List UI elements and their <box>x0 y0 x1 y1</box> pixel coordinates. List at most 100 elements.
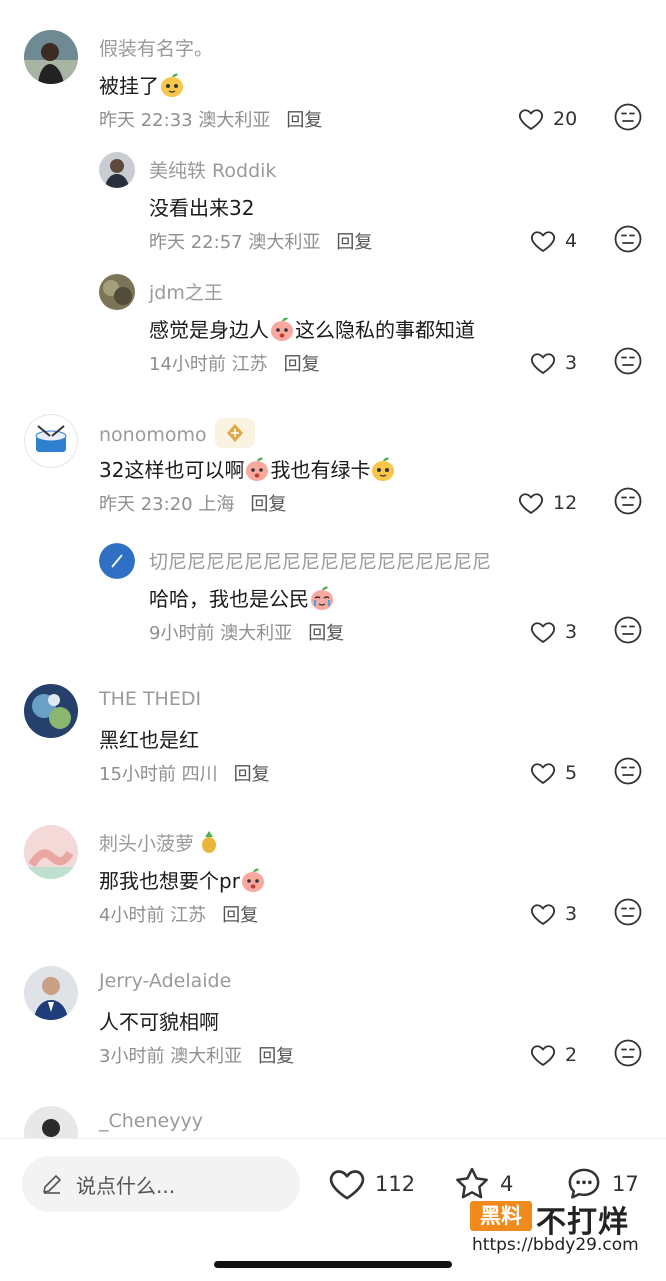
comment-item: _Cheneyyy <box>0 1102 666 1138</box>
heart-icon <box>529 900 557 928</box>
comment-time: 昨天 22:57 <box>149 232 243 253</box>
comment-time: 3小时前 <box>99 1046 165 1067</box>
reply-button[interactable]: 回复 <box>336 232 372 253</box>
like-total-count: 112 <box>375 1172 416 1196</box>
comment-text: 被挂了 <box>99 70 185 99</box>
like-count: 20 <box>553 108 578 130</box>
comment-meta: 4小时前 江苏 回复 <box>99 901 258 927</box>
reply-button[interactable]: 回复 <box>286 110 322 131</box>
emoji-icon <box>309 585 335 611</box>
username[interactable]: 切尼尼尼尼尼尼尼尼尼尼尼尼尼尼尼尼尼 <box>149 547 491 574</box>
heart-icon <box>517 105 545 133</box>
avatar[interactable] <box>99 543 135 579</box>
comment-location: 澳大利亚 <box>220 623 293 644</box>
comment-meta: 昨天 22:57 澳大利亚 回复 <box>149 228 372 254</box>
dislike-icon[interactable] <box>613 224 643 254</box>
comment-meta: 昨天 22:33 澳大利亚 回复 <box>99 106 322 132</box>
comment-item: jdm之王 感觉是身边人 这么隐私的事都知道 14小时前 江苏 回复 3 <box>0 270 666 380</box>
like-button[interactable]: 4 <box>529 224 577 258</box>
emoji-icon <box>269 316 295 342</box>
dislike-icon[interactable] <box>613 346 643 376</box>
comment-time: 昨天 23:20 <box>99 494 193 515</box>
comment-text: 那我也想要个pr <box>99 865 266 894</box>
comment-item: nonomomo 32这样也可以啊 我也有绿卡 昨天 23:20 上海 回复 12 <box>0 410 666 520</box>
dislike-icon[interactable] <box>613 615 643 645</box>
comment-time: 14小时前 <box>149 354 226 375</box>
heart-icon <box>327 1164 367 1204</box>
bottom-bar: 说点什么... 112 4 17 黑料 不打烊 https://bbdy29.c… <box>0 1138 666 1281</box>
dislike-icon[interactable] <box>613 486 643 516</box>
favorite-count: 4 <box>500 1172 514 1196</box>
dislike-icon[interactable] <box>613 897 643 927</box>
comment-item: 美纯轶 Roddik 没看出来32 昨天 22:57 澳大利亚 回复 4 <box>0 148 666 258</box>
like-count: 5 <box>565 762 578 784</box>
comment-time: 昨天 22:33 <box>99 110 193 131</box>
comment-location: 四川 <box>181 764 218 785</box>
like-total-button[interactable]: 112 <box>327 1161 415 1207</box>
like-button[interactable]: 2 <box>529 1038 577 1072</box>
emoji-icon <box>159 72 185 98</box>
comment-text: 人不可貌相啊 <box>99 1010 219 1034</box>
like-button[interactable]: 12 <box>517 486 577 520</box>
username[interactable]: THE THEDI <box>99 688 201 710</box>
avatar[interactable] <box>24 414 78 468</box>
comment-text: 哈哈，我也是公民 <box>149 583 335 612</box>
reply-button[interactable]: 回复 <box>258 1046 294 1067</box>
comment-location: 江苏 <box>231 354 268 375</box>
watermark-logo: 黑料 <box>470 1201 532 1231</box>
emoji-icon <box>370 456 396 482</box>
username[interactable]: _Cheneyyy <box>99 1110 203 1132</box>
like-button[interactable]: 3 <box>529 897 577 931</box>
comment-time: 9小时前 <box>149 623 215 644</box>
username[interactable]: nonomomo <box>99 418 255 448</box>
pencil-icon <box>43 1175 61 1194</box>
heart-icon <box>529 349 557 377</box>
comment-location: 澳大利亚 <box>170 1046 243 1067</box>
watermark: 黑料 不打烊 https://bbdy29.com <box>470 1197 666 1257</box>
avatar[interactable] <box>24 966 78 1020</box>
badge-icon <box>214 418 255 448</box>
watermark-url: https://bbdy29.com <box>472 1235 639 1255</box>
reply-button[interactable]: 回复 <box>222 905 258 926</box>
comment-meta: 15小时前 四川 回复 <box>99 760 270 786</box>
comment-meta: 14小时前 江苏 回复 <box>149 350 320 376</box>
comment-time: 15小时前 <box>99 764 176 785</box>
reply-button[interactable]: 回复 <box>234 764 270 785</box>
avatar[interactable] <box>24 30 78 84</box>
pineapple-icon <box>202 831 217 853</box>
heart-icon <box>529 618 557 646</box>
like-button[interactable]: 20 <box>517 102 577 136</box>
dislike-icon[interactable] <box>613 756 643 786</box>
reply-button[interactable]: 回复 <box>250 494 286 515</box>
username[interactable]: 美纯轶 Roddik <box>149 156 276 183</box>
comment-list[interactable]: 假装有名字。 被挂了 昨天 22:33 澳大利亚 回复 20 美纯轶 Roddik… <box>0 0 666 1138</box>
like-button[interactable]: 5 <box>529 756 577 790</box>
home-indicator[interactable] <box>214 1261 452 1268</box>
avatar[interactable] <box>24 684 78 738</box>
dislike-icon[interactable] <box>613 102 643 132</box>
comment-meta: 昨天 23:20 上海 回复 <box>99 490 286 516</box>
like-button[interactable]: 3 <box>529 615 577 649</box>
dislike-icon[interactable] <box>613 1038 643 1068</box>
username[interactable]: jdm之王 <box>149 278 223 305</box>
username[interactable]: Jerry-Adelaide <box>99 970 231 992</box>
like-count: 3 <box>565 352 578 374</box>
reply-button[interactable]: 回复 <box>308 623 344 644</box>
avatar[interactable] <box>99 274 135 310</box>
emoji-icon <box>240 867 266 893</box>
heart-icon <box>529 1041 557 1069</box>
comment-input[interactable]: 说点什么... <box>22 1156 300 1212</box>
comment-placeholder: 说点什么... <box>76 1173 176 1198</box>
like-count: 3 <box>565 903 578 925</box>
avatar[interactable] <box>24 825 78 879</box>
like-button[interactable]: 3 <box>529 346 577 380</box>
avatar[interactable] <box>24 1106 78 1138</box>
avatar[interactable] <box>99 152 135 188</box>
heart-icon <box>517 489 545 517</box>
username[interactable]: 假装有名字。 <box>99 34 213 61</box>
reply-button[interactable]: 回复 <box>284 354 320 375</box>
like-count: 12 <box>553 492 578 514</box>
username[interactable]: 刺头小菠萝 <box>99 829 220 856</box>
comment-location: 澳大利亚 <box>198 110 271 131</box>
emoji-icon <box>244 456 270 482</box>
